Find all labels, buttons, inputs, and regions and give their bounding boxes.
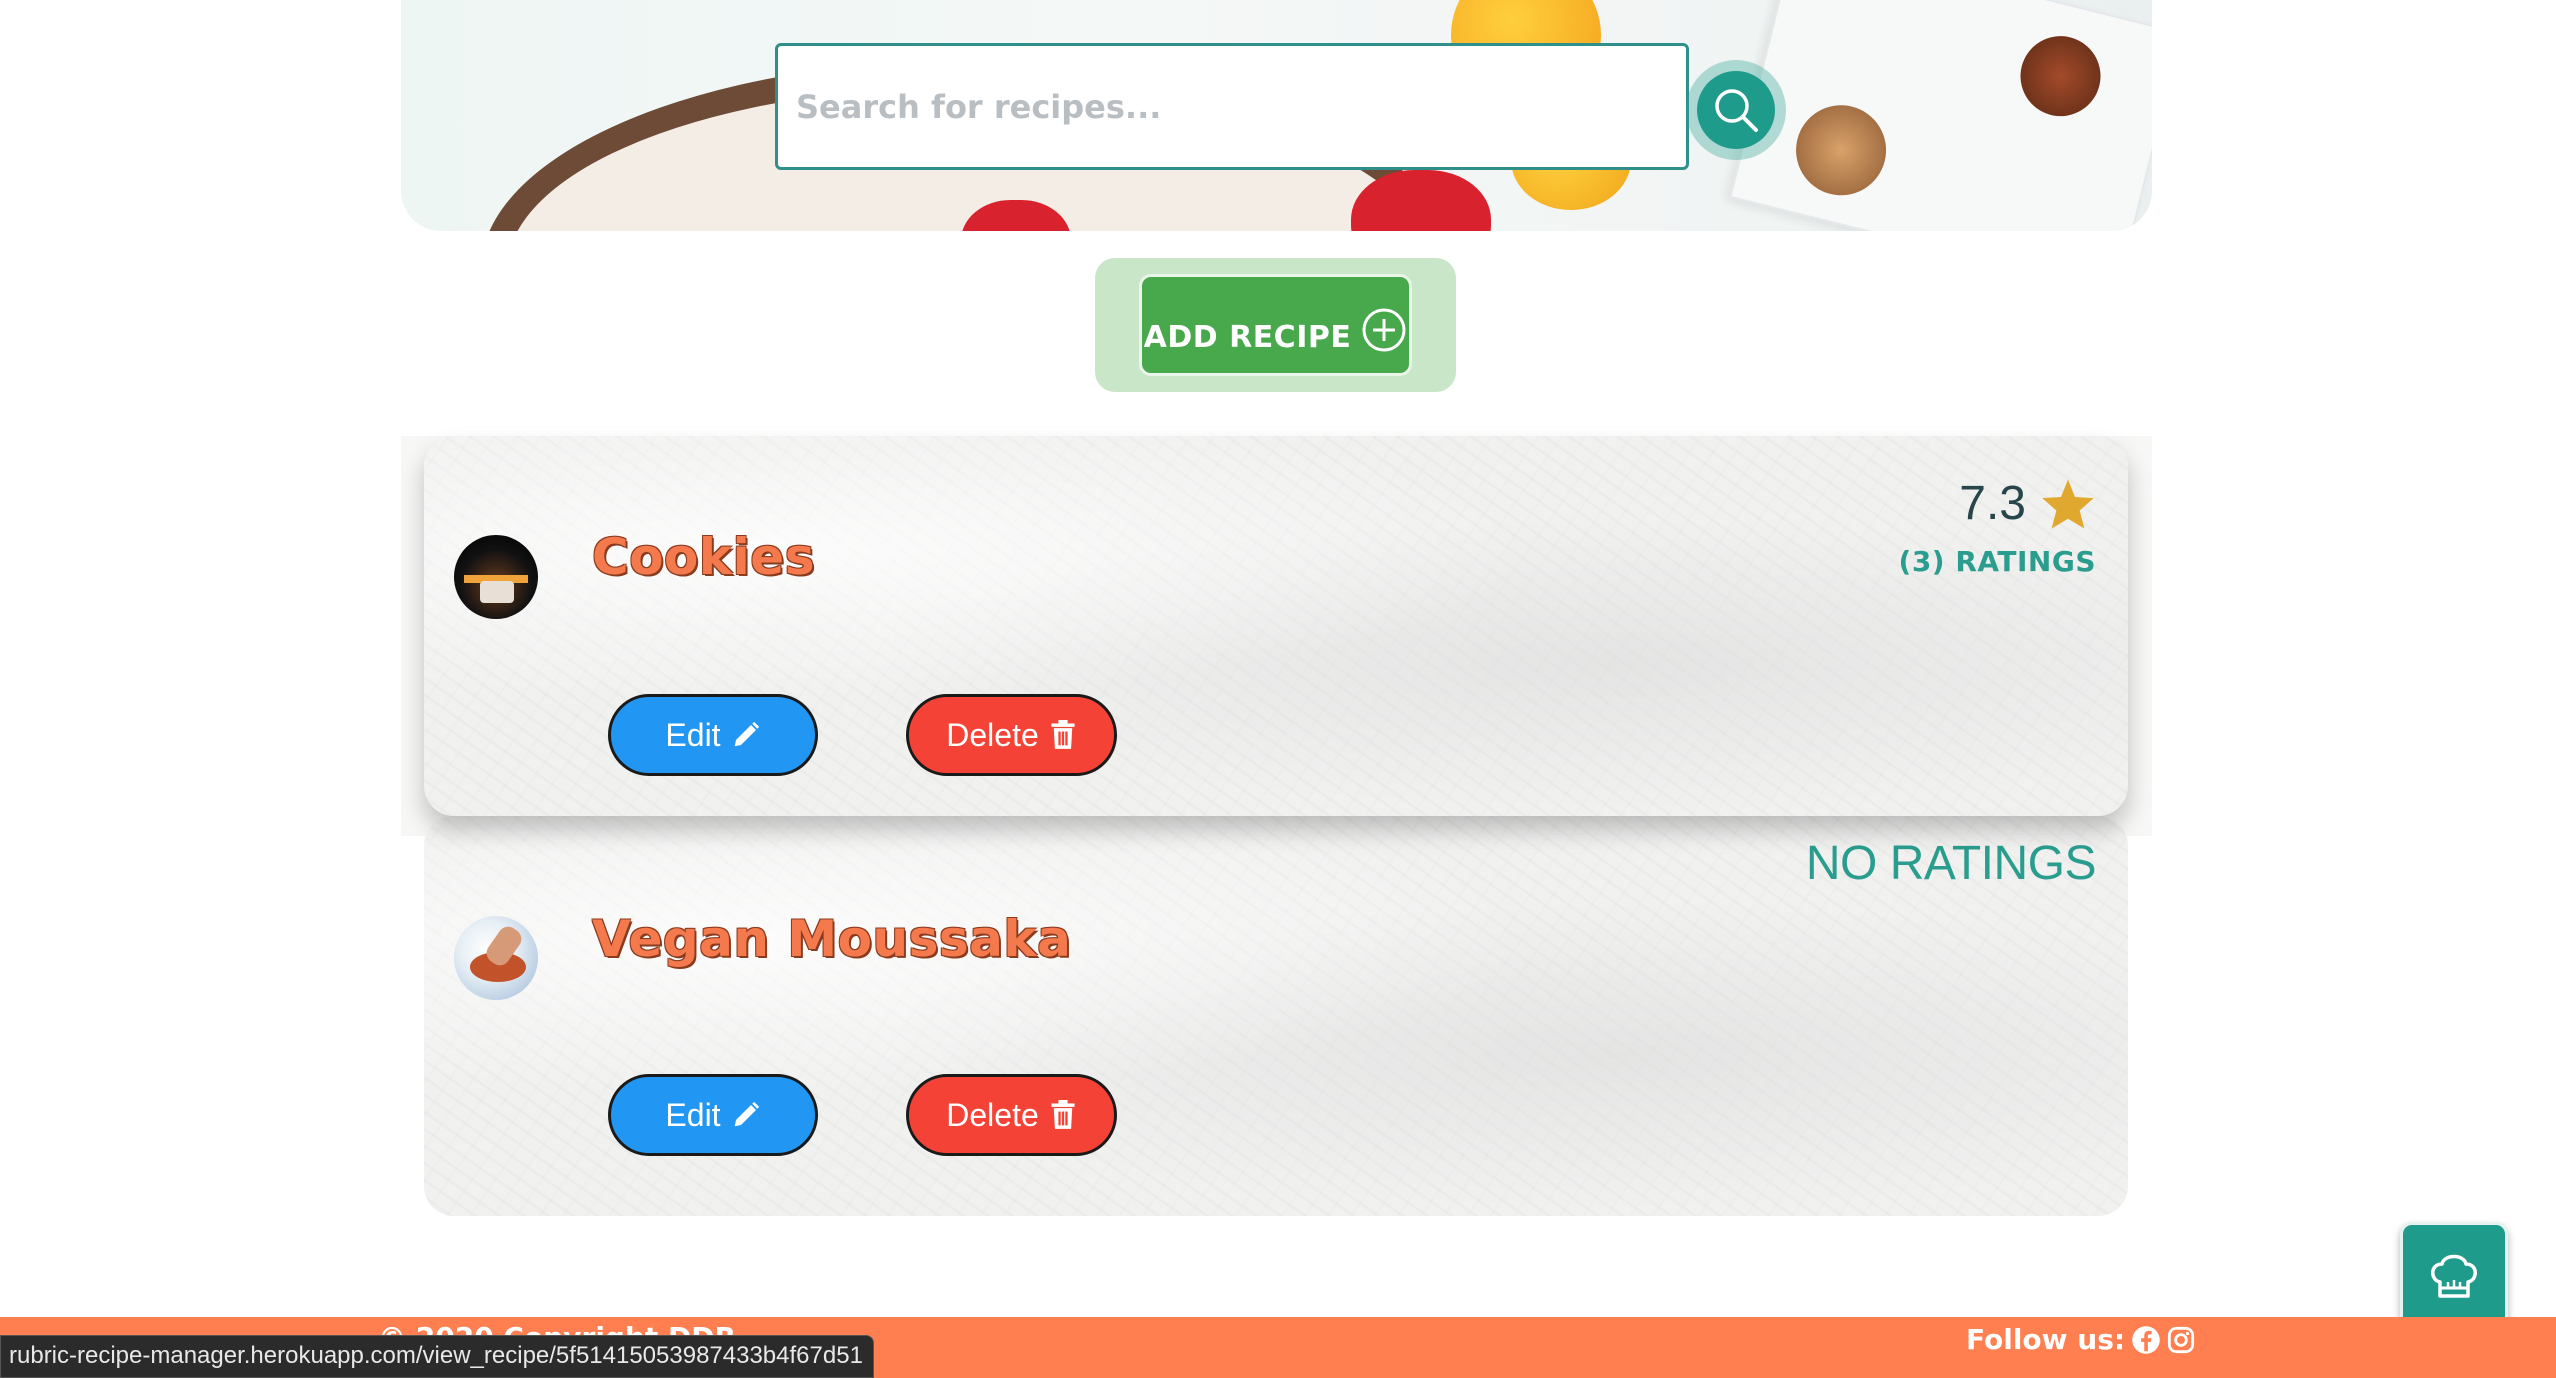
instagram-icon[interactable] <box>2167 1326 2195 1354</box>
search-button-inner[interactable] <box>1697 71 1775 149</box>
trash-icon <box>1051 1100 1075 1129</box>
delete-button[interactable]: Delete <box>906 694 1117 776</box>
add-recipe-label: ADD RECIPE <box>1143 320 1352 355</box>
recipe-title[interactable]: Vegan Moussaka <box>592 910 1071 968</box>
recipe-avatar <box>454 916 538 1000</box>
edit-button[interactable]: Edit <box>608 694 818 776</box>
hero-recipe-book-image <box>1729 0 2152 231</box>
hero-book-photo <box>1786 95 1896 205</box>
edit-button-label: Edit <box>665 716 721 753</box>
search-icon <box>1715 89 1758 132</box>
search-button[interactable] <box>1686 60 1786 160</box>
follow-label: Follow us: <box>1966 1323 2126 1356</box>
recipe-card[interactable]: Cookies 7.3 (3) RATINGS Edit Delete <box>424 436 2128 816</box>
rating-score-row: 7.3 <box>1899 476 2096 531</box>
delete-button[interactable]: Delete <box>906 1074 1117 1156</box>
recipe-rating: 7.3 (3) RATINGS <box>1899 476 2096 578</box>
recipe-title[interactable]: Cookies <box>592 528 815 586</box>
plus-circle-icon <box>1362 308 1406 352</box>
search-input[interactable] <box>775 43 1689 170</box>
footer-follow: Follow us: <box>1966 1323 2195 1356</box>
rating-score: 7.3 <box>1959 477 2026 530</box>
delete-button-label: Delete <box>946 716 1039 753</box>
facebook-icon[interactable] <box>2131 1325 2161 1355</box>
add-recipe-wrapper: ADD RECIPE <box>1095 258 1456 392</box>
add-recipe-button[interactable]: ADD RECIPE <box>1139 274 1412 376</box>
recipe-avatar <box>454 535 538 619</box>
avatar-detail <box>480 581 514 603</box>
pencil-icon <box>734 721 759 747</box>
trash-icon <box>1051 720 1075 749</box>
chef-hat-icon <box>2431 1254 2477 1298</box>
no-ratings-label: NO RATINGS <box>1805 837 2097 890</box>
chef-hat-button[interactable] <box>2400 1222 2508 1330</box>
pencil-icon <box>734 1101 759 1127</box>
star-icon <box>2042 479 2094 528</box>
edit-button-label: Edit <box>665 1096 721 1133</box>
hero-book-photo <box>2012 27 2109 125</box>
recipe-card[interactable]: Vegan Moussaka NO RATINGS Edit Delete <box>424 816 2128 1216</box>
browser-status-bar: rubric-recipe-manager.herokuapp.com/view… <box>0 1335 874 1378</box>
edit-button[interactable]: Edit <box>608 1074 818 1156</box>
delete-button-label: Delete <box>946 1096 1039 1133</box>
ratings-count: (3) RATINGS <box>1898 545 2096 578</box>
